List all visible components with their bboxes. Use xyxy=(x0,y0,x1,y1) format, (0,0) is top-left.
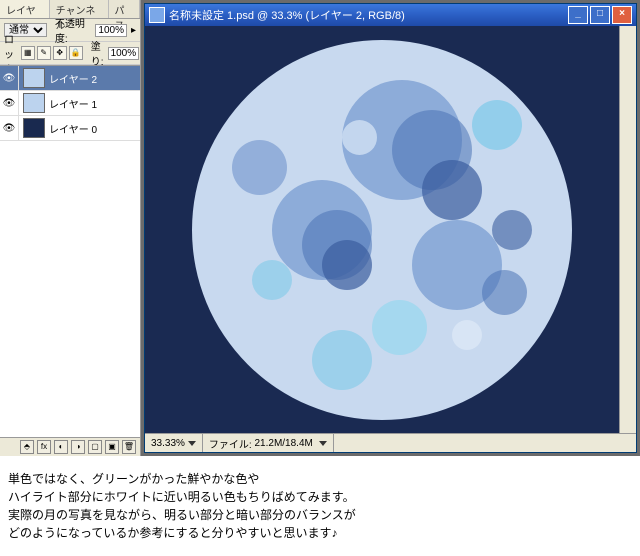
fx-icon[interactable]: fx xyxy=(37,440,51,454)
eye-icon[interactable]: 👁 xyxy=(0,91,19,115)
fill-value[interactable]: 100% xyxy=(108,47,140,60)
layer-name: レイヤー 1 xyxy=(49,96,97,111)
close-button[interactable]: × xyxy=(612,6,632,24)
canvas-area: 名称未設定 1.psd @ 33.3% (レイヤー 2, RGB/8) _ □ … xyxy=(141,0,640,456)
moon-artwork xyxy=(192,40,572,420)
layer-list: 👁 レイヤー 2 👁 レイヤー 1 👁 レイヤー 0 xyxy=(0,65,140,437)
layer-item[interactable]: 👁 レイヤー 0 xyxy=(0,116,140,141)
app-icon xyxy=(149,7,165,23)
filesize-info: ファイル: 21.2M/18.4M xyxy=(203,434,334,452)
layer-name: レイヤー 2 xyxy=(49,71,97,86)
horizontal-scrollbar[interactable] xyxy=(334,434,636,452)
panel-footer: ⬘ fx ◐ ◑ ▢ ▣ 🗑 xyxy=(0,437,140,456)
layer-thumb xyxy=(23,118,45,138)
layer-thumb xyxy=(23,68,45,88)
tab-paths[interactable]: パス xyxy=(109,0,140,18)
chevron-right-icon[interactable]: ▸ xyxy=(131,25,136,36)
vertical-scrollbar[interactable] xyxy=(619,26,636,433)
layer-item[interactable]: 👁 レイヤー 1 xyxy=(0,91,140,116)
chevron-down-icon[interactable] xyxy=(319,441,327,446)
layers-panel: レイヤー チャンネル パス 通常 不透明度: 100% ▸ ロック: ▦ ✎ ✥… xyxy=(0,0,141,456)
document-window: 名称未設定 1.psd @ 33.3% (レイヤー 2, RGB/8) _ □ … xyxy=(144,3,637,453)
folder-icon[interactable]: ▢ xyxy=(88,440,102,454)
tab-layers[interactable]: レイヤー xyxy=(0,0,50,18)
trash-icon[interactable]: 🗑 xyxy=(122,440,136,454)
lock-all-icon[interactable]: 🔒 xyxy=(69,46,83,60)
lock-transparency-icon[interactable]: ▦ xyxy=(21,46,35,60)
lock-paint-icon[interactable]: ✎ xyxy=(37,46,51,60)
opacity-value[interactable]: 100% xyxy=(95,24,127,37)
lock-position-icon[interactable]: ✥ xyxy=(53,46,67,60)
chevron-down-icon[interactable] xyxy=(188,441,196,446)
titlebar: 名称未設定 1.psd @ 33.3% (レイヤー 2, RGB/8) _ □ … xyxy=(145,4,636,26)
eye-icon[interactable]: 👁 xyxy=(0,116,19,140)
zoom-level[interactable]: 33.33% xyxy=(145,434,203,452)
opacity-label: 不透明度: xyxy=(55,15,91,45)
adjustment-icon[interactable]: ◑ xyxy=(71,440,85,454)
fill-label: 塗り: xyxy=(91,38,104,68)
layer-item[interactable]: 👁 レイヤー 2 xyxy=(0,66,140,91)
caption-text: 単色ではなく、グリーンがかった鮮やかな色や ハイライト部分にホワイトに近い明るい… xyxy=(0,456,640,556)
maximize-button[interactable]: □ xyxy=(590,6,610,24)
link-icon[interactable]: ⬘ xyxy=(20,440,34,454)
mask-icon[interactable]: ◐ xyxy=(54,440,68,454)
canvas-viewport[interactable] xyxy=(145,26,619,433)
eye-icon[interactable]: 👁 xyxy=(0,66,19,90)
minimize-button[interactable]: _ xyxy=(568,6,588,24)
new-layer-icon[interactable]: ▣ xyxy=(105,440,119,454)
layer-name: レイヤー 0 xyxy=(49,121,97,136)
layer-thumb xyxy=(23,93,45,113)
document-title: 名称未設定 1.psd @ 33.3% (レイヤー 2, RGB/8) xyxy=(169,7,568,23)
statusbar: 33.33% ファイル: 21.2M/18.4M xyxy=(145,433,636,452)
